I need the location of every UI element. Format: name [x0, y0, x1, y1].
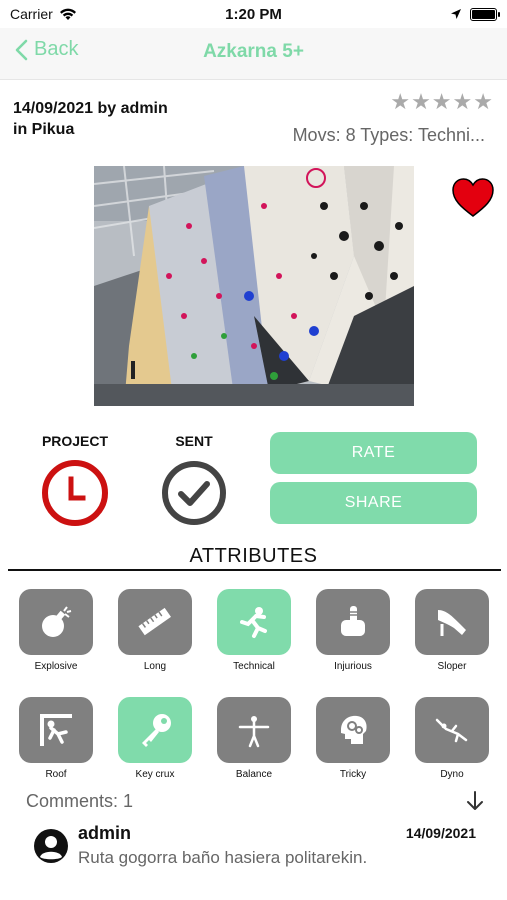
- attribute-label: Tricky: [339, 769, 367, 780]
- comment-date: 14/09/2021: [405, 825, 476, 841]
- checkmark-icon: [162, 461, 226, 525]
- route-info: 14/09/2021 by admin in Pikua: [13, 98, 168, 140]
- attribute-label: Long: [143, 661, 167, 672]
- brain-gears-icon: [341, 715, 367, 744]
- attribute-tile: [19, 697, 93, 763]
- comment-text: Ruta gogorra baño hasiera politarekin.: [78, 848, 368, 867]
- attribute-label: Injurious: [334, 661, 372, 672]
- rate-button[interactable]: RATE: [270, 432, 477, 474]
- attributes-title: ATTRIBUTES: [189, 545, 318, 567]
- balance-icon: [238, 716, 270, 748]
- rating-stars[interactable]: ★ ★ ★ ★ ★: [390, 90, 493, 115]
- comments-header[interactable]: Comments: 1: [26, 791, 133, 812]
- attribute-label: Roof: [45, 769, 67, 780]
- share-button[interactable]: SHARE: [270, 482, 477, 524]
- star-icon: ★: [452, 90, 473, 115]
- attribute-sloper[interactable]: Sloper: [415, 589, 489, 672]
- attribute-tile: [316, 697, 390, 763]
- route-photo[interactable]: [94, 166, 414, 406]
- attribute-roof[interactable]: Roof: [19, 697, 93, 780]
- attribute-label: Dyno: [440, 769, 464, 780]
- project-toggle[interactable]: PROJECT: [27, 433, 123, 530]
- injured-finger-icon: [341, 606, 365, 636]
- attribute-balance[interactable]: Balance: [217, 697, 291, 780]
- attribute-tile: [217, 697, 291, 763]
- attribute-key-crux[interactable]: Key crux: [118, 697, 192, 780]
- star-icon: ★: [390, 90, 411, 115]
- battery-icon: [470, 7, 500, 21]
- attribute-injurious[interactable]: Injurious: [316, 589, 390, 672]
- clock-icon: [42, 460, 108, 526]
- technical-climber-icon: [240, 607, 267, 638]
- attribute-label: Balance: [235, 769, 273, 780]
- attribute-technical[interactable]: Technical: [217, 589, 291, 672]
- attribute-long[interactable]: Long: [118, 589, 192, 672]
- ruler-icon: [138, 607, 171, 636]
- route-location: in Pikua: [13, 121, 75, 138]
- comment-author: admin: [78, 823, 132, 843]
- dyno-jump-icon: [435, 718, 468, 743]
- star-icon: ★: [473, 90, 493, 115]
- sloper-hand-icon: [438, 610, 466, 636]
- navigation-bar: Back Azkarna 5+: [0, 28, 507, 80]
- status-time: 1:20 PM: [225, 5, 282, 23]
- roof-climber-icon: [40, 714, 72, 746]
- star-icon: ★: [431, 90, 452, 115]
- attribute-label: Technical: [233, 661, 275, 672]
- key-icon: [142, 714, 171, 747]
- attribute-label: Key crux: [135, 769, 175, 780]
- attribute-dyno[interactable]: Dyno: [415, 697, 489, 780]
- attribute-tile: [118, 697, 192, 763]
- status-bar: Carrier 1:20 PM: [0, 0, 507, 28]
- page-title: Azkarna 5+: [203, 41, 304, 62]
- attribute-explosive[interactable]: Explosive: [19, 589, 93, 672]
- attributes-grid: Explosive Long Technical Injurious Slope…: [19, 589, 489, 780]
- favorite-heart-icon[interactable]: [452, 178, 494, 218]
- attribute-tricky[interactable]: Tricky: [316, 697, 390, 780]
- arrow-down-icon[interactable]: [464, 789, 486, 813]
- attribute-label: Explosive: [34, 661, 78, 672]
- attribute-tile: [217, 589, 291, 655]
- bomb-icon: [42, 606, 72, 637]
- attribute-label: Sloper: [437, 661, 467, 672]
- route-movs-types: Movs: 8 Types: Techni...: [292, 125, 485, 145]
- route-date-author: 14/09/2021 by admin: [13, 100, 168, 117]
- attributes-divider: [8, 569, 501, 571]
- attribute-tile: [415, 589, 489, 655]
- sent-label: SENT: [175, 433, 213, 449]
- attribute-tile: [19, 589, 93, 655]
- attribute-tile: [415, 697, 489, 763]
- project-label: PROJECT: [41, 433, 109, 449]
- sent-toggle[interactable]: SENT: [146, 433, 242, 530]
- attribute-tile: [118, 589, 192, 655]
- attribute-tile: [316, 589, 390, 655]
- climbing-wall-photo: [94, 166, 414, 406]
- star-icon: ★: [411, 90, 431, 115]
- user-avatar-icon: [34, 829, 68, 863]
